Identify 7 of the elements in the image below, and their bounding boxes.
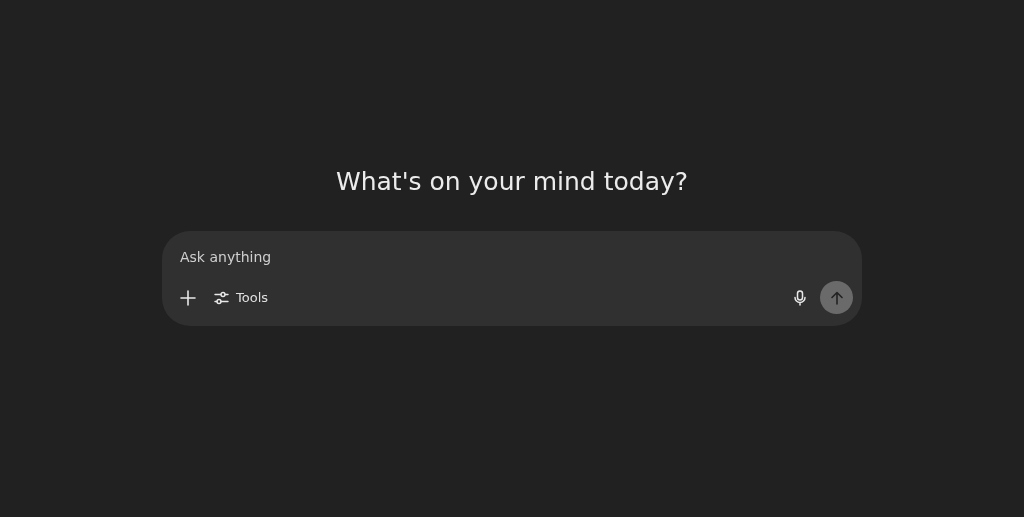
tools-button[interactable]: Tools (210, 286, 273, 309)
prompt-field[interactable]: Ask anything (180, 245, 780, 269)
microphone-icon (794, 289, 806, 306)
arrow-up-icon (829, 290, 844, 305)
sliders-icon (214, 290, 229, 305)
plus-icon (180, 289, 196, 306)
heading: What's on your mind today? (335, 166, 689, 198)
